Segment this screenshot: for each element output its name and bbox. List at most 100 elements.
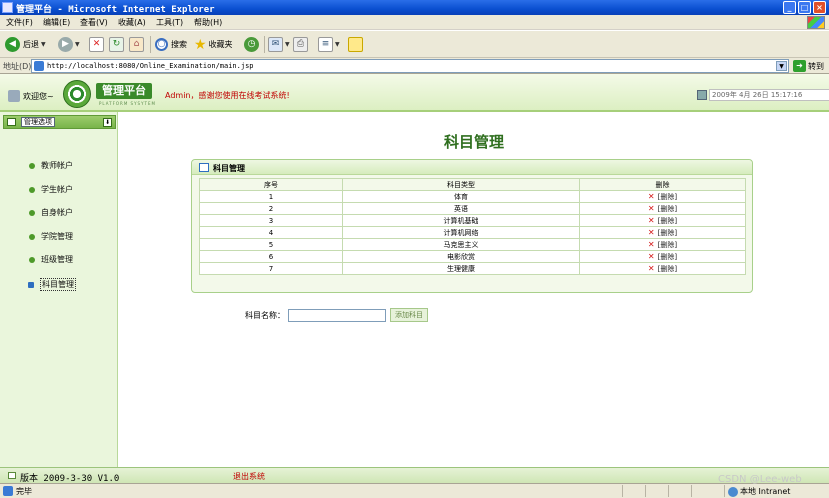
delete-link[interactable]: [删除] [658, 205, 677, 213]
menu-help[interactable]: 帮助(H) [194, 17, 222, 28]
row-delete-cell: ✕ [删除] [579, 238, 746, 251]
back-button[interactable]: ◀ 后退 ▼ [5, 36, 46, 53]
close-button[interactable]: × [813, 1, 826, 14]
leaf-icon [29, 209, 35, 216]
globe-icon [728, 486, 738, 497]
sidebar-item-college-management[interactable]: 学院管理 [29, 231, 73, 242]
print-button[interactable]: ⎙ [293, 36, 308, 53]
windows-logo-icon [807, 16, 825, 29]
history-button[interactable]: ◷ [244, 36, 259, 53]
menu-tools[interactable]: 工具(T) [156, 17, 183, 28]
sidebar-item-label: 自身帐户 [41, 208, 73, 217]
minimize-button[interactable]: _ [783, 1, 796, 14]
status-text: 完毕 [16, 487, 32, 496]
app-footer: 版本 2009-3-30 V1.0 退出系统 [0, 467, 829, 484]
sidebar-item-label: 学院管理 [41, 232, 73, 241]
status-divider [724, 485, 725, 497]
collapse-icon[interactable]: ⬇ [103, 118, 112, 127]
row-delete-cell: ✕ [删除] [579, 190, 746, 203]
refresh-button[interactable]: ↻ [109, 36, 124, 53]
table-row: 3 计算机基础 ✕ [删除] [199, 214, 746, 227]
row-subject-type: 计算机基础 [342, 214, 580, 227]
table-row: 5 马克思主义 ✕ [删除] [199, 238, 746, 251]
row-number: 3 [199, 214, 343, 227]
browser-toolbar: ◀ 后退 ▼ ▶ ▼ ✕ ↻ ⌂ ○ 搜索 ★ 收藏夹 ◷ ✉ ▼ ⎙ ≡ ▼ [0, 31, 829, 58]
row-number: 6 [199, 250, 343, 263]
row-number: 4 [199, 226, 343, 239]
history-icon: ◷ [244, 37, 259, 52]
sidebar-item-label: 学生帐户 [41, 185, 73, 194]
stop-button[interactable]: ✕ [89, 36, 104, 53]
panel-header: 科目管理 [192, 160, 752, 175]
column-header-type: 科目类型 [342, 178, 580, 191]
menu-favorites[interactable]: 收藏(A) [118, 17, 146, 28]
favorites-label: 收藏夹 [208, 40, 233, 49]
chevron-down-icon: ▼ [335, 41, 340, 48]
sidebar-item-subject-management[interactable]: 科目管理 [28, 278, 76, 291]
table-header-row: 序号 科目类型 删除 [199, 178, 746, 191]
status-divider [691, 485, 692, 497]
sidebar-item-label: 班级管理 [41, 255, 73, 264]
go-button[interactable]: ➜ 转到 [793, 60, 824, 72]
row-subject-type: 计算机网络 [342, 226, 580, 239]
menu-edit[interactable]: 编辑(E) [43, 17, 70, 28]
logout-link[interactable]: 退出系统 [233, 471, 265, 482]
row-delete-cell: ✕ [删除] [579, 250, 746, 263]
leaf-icon [29, 186, 35, 193]
window-icon [8, 472, 16, 479]
delete-link[interactable]: [删除] [658, 253, 677, 261]
status-bar: 完毕 本地 Intranet [0, 483, 829, 498]
mail-button[interactable]: ✉ ▼ [268, 36, 290, 53]
page-icon [34, 61, 44, 71]
search-button[interactable]: ○ 搜索 [155, 36, 187, 53]
delete-link[interactable]: [删除] [658, 229, 677, 237]
go-label: 转到 [808, 61, 824, 71]
delete-link[interactable]: [删除] [658, 241, 677, 249]
address-input[interactable]: http://localhost:8080/Online_Examination… [31, 59, 789, 73]
subject-table: 序号 科目类型 删除 1 体育 ✕ [删除] 2 英语 ✕ [删除] 3 计算机基础 ✕ [删除] 4 计… [199, 178, 746, 275]
row-subject-type: 英语 [342, 202, 580, 215]
address-bar: 地址(D) http://localhost:8080/Online_Exami… [0, 58, 829, 74]
row-delete-cell: ✕ [删除] [579, 214, 746, 227]
delete-x-icon: ✕ [647, 215, 655, 225]
row-subject-type: 生理健康 [342, 262, 580, 275]
sidebar-item-student-accounts[interactable]: 学生帐户 [29, 184, 73, 195]
address-label: 地址(D) [3, 62, 32, 71]
datetime-text: 2009年 4月 26日 15:17:16 [709, 89, 829, 101]
delete-link[interactable]: [删除] [658, 265, 677, 273]
delete-link[interactable]: [删除] [658, 217, 677, 225]
table-row: 1 体育 ✕ [删除] [199, 190, 746, 203]
zone-text: 本地 Intranet [740, 487, 791, 496]
sidebar-item-teacher-accounts[interactable]: 教师帐户 [29, 160, 73, 171]
favorites-button[interactable]: ★ 收藏夹 [194, 36, 233, 53]
chevron-down-icon: ▼ [285, 41, 290, 48]
window-title: 管理平台 - Microsoft Internet Explorer [16, 5, 215, 15]
toolbar-divider [150, 36, 151, 53]
sidebar-item-class-management[interactable]: 班级管理 [29, 254, 73, 265]
messenger-button[interactable] [348, 36, 363, 53]
sidebar-item-own-account[interactable]: 自身帐户 [29, 207, 73, 218]
table-row: 2 英语 ✕ [删除] [199, 202, 746, 215]
menu-view[interactable]: 查看(V) [80, 17, 108, 28]
greeting-text: Admin，感谢您使用在线考试系统! [165, 91, 290, 100]
page-title: 科目管理 [443, 133, 504, 151]
row-subject-type: 马克思主义 [342, 238, 580, 251]
search-icon: ○ [155, 38, 168, 51]
forward-arrow-icon: ▶ [58, 37, 73, 52]
add-subject-button[interactable]: 添加科目 [390, 308, 428, 322]
printer-icon: ⎙ [293, 37, 308, 52]
forward-button[interactable]: ▶ ▼ [58, 36, 80, 53]
row-delete-cell: ✕ [删除] [579, 226, 746, 239]
maximize-button[interactable]: □ [798, 1, 811, 14]
address-url: http://localhost:8080/Online_Examination… [47, 62, 254, 70]
add-subject-form: 科目名称： 添加科目 [245, 308, 428, 322]
subject-name-input[interactable] [288, 308, 386, 322]
calendar-icon [697, 90, 707, 100]
edit-button[interactable]: ≡ ▼ [318, 36, 340, 53]
home-button[interactable]: ⌂ [129, 36, 144, 53]
menu-file[interactable]: 文件(F) [6, 17, 33, 28]
delete-link[interactable]: [删除] [658, 193, 677, 201]
status-divider [645, 485, 646, 497]
chevron-down-icon[interactable]: ▼ [776, 61, 787, 71]
watermark: CSDN @Lee-web [718, 474, 802, 485]
